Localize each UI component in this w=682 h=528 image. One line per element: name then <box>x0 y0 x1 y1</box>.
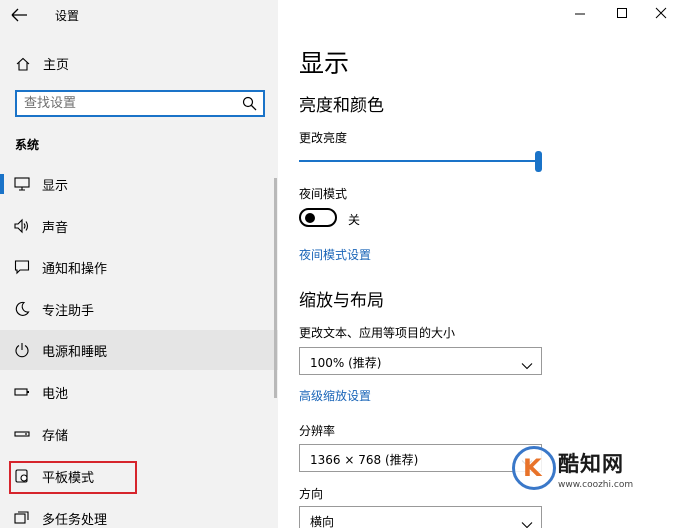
sidebar-item-label: 电池 <box>42 387 69 402</box>
watermark-logo: K 酷知网 www.coozhi.com <box>500 440 680 500</box>
sidebar-item-label: 显示 <box>42 179 69 194</box>
home-icon <box>16 56 30 71</box>
close-icon[interactable] <box>651 3 671 23</box>
resolution-value: 1366 × 768 (推荐) <box>310 453 419 467</box>
orientation-label: 方向 <box>299 487 324 501</box>
toggle-knob <box>305 213 315 223</box>
chevron-down-icon <box>521 356 533 370</box>
section-heading-scale-layout: 缩放与布局 <box>299 291 384 311</box>
battery-icon <box>14 384 30 400</box>
sidebar-item-storage[interactable]: 存储 <box>0 414 278 454</box>
sidebar-item-power-sleep[interactable]: 电源和睡眠 <box>0 330 278 370</box>
scale-label: 更改文本、应用等项目的大小 <box>299 326 456 340</box>
sidebar-item-notifications[interactable]: 通知和操作 <box>0 247 278 287</box>
sidebar-item-label: 多任务处理 <box>42 513 108 528</box>
search-box[interactable] <box>15 90 265 117</box>
brightness-label: 更改亮度 <box>299 131 348 145</box>
sidebar-item-label: 电源和睡眠 <box>42 345 108 360</box>
sidebar-item-display[interactable]: 显示 <box>0 164 278 204</box>
watermark-k-glyph: K <box>523 454 542 482</box>
watermark-circle-icon: K <box>512 446 556 490</box>
notification-icon <box>14 259 30 275</box>
home-label: 主页 <box>43 58 70 73</box>
night-mode-label: 夜间模式 <box>299 187 348 201</box>
speaker-icon <box>14 218 30 234</box>
sidebar-item-multitasking[interactable]: 多任务处理 <box>0 498 278 528</box>
power-icon <box>14 342 30 358</box>
brightness-slider-thumb[interactable] <box>535 151 542 172</box>
minimize-icon[interactable] <box>570 3 590 23</box>
scale-dropdown[interactable]: 100% (推荐) <box>299 347 542 375</box>
back-arrow-icon[interactable] <box>10 6 30 24</box>
sidebar-item-battery[interactable]: 电池 <box>0 372 278 412</box>
orientation-value: 横向 <box>310 515 335 528</box>
sidebar-item-sound[interactable]: 声音 <box>0 206 278 246</box>
moon-icon <box>14 301 30 317</box>
sidebar-item-focus-assist[interactable]: 专注助手 <box>0 289 278 329</box>
multitasking-icon <box>14 510 30 526</box>
sidebar-item-label: 声音 <box>42 221 69 236</box>
section-heading-system: 系统 <box>15 138 40 152</box>
brightness-slider-track[interactable] <box>299 160 537 162</box>
sidebar-item-label: 通知和操作 <box>42 262 108 277</box>
page-title: 显示 <box>299 49 350 78</box>
advanced-scale-link[interactable]: 高级缩放设置 <box>299 387 371 404</box>
section-heading-brightness: 亮度和颜色 <box>299 96 384 116</box>
sidebar-item-label: 存储 <box>42 429 69 444</box>
search-input[interactable] <box>24 95 229 112</box>
watermark-url: www.coozhi.com <box>558 480 634 490</box>
night-mode-state: 关 <box>348 213 361 227</box>
sidebar-item-home[interactable]: 主页 <box>0 48 278 78</box>
night-mode-toggle[interactable] <box>299 208 337 227</box>
watermark-brand: 酷知网 <box>558 452 624 476</box>
orientation-dropdown[interactable]: 横向 <box>299 506 542 528</box>
sidebar-item-label: 专注助手 <box>42 304 95 319</box>
chevron-down-icon <box>521 515 533 528</box>
sidebar-scrollbar[interactable] <box>274 178 277 398</box>
maximize-icon[interactable] <box>612 3 632 23</box>
app-title: 设置 <box>55 9 80 23</box>
highlight-box <box>9 461 137 494</box>
storage-icon <box>14 426 30 442</box>
night-mode-settings-link[interactable]: 夜间模式设置 <box>299 246 371 263</box>
resolution-label: 分辨率 <box>299 424 336 438</box>
settings-sidebar: 设置 主页 系统 显示 声音 通知和操作 <box>0 0 278 528</box>
search-icon[interactable] <box>242 96 257 111</box>
monitor-icon <box>14 176 30 192</box>
scale-value: 100% (推荐) <box>310 356 382 370</box>
title-bar: 设置 <box>0 0 278 30</box>
active-indicator <box>0 174 4 194</box>
